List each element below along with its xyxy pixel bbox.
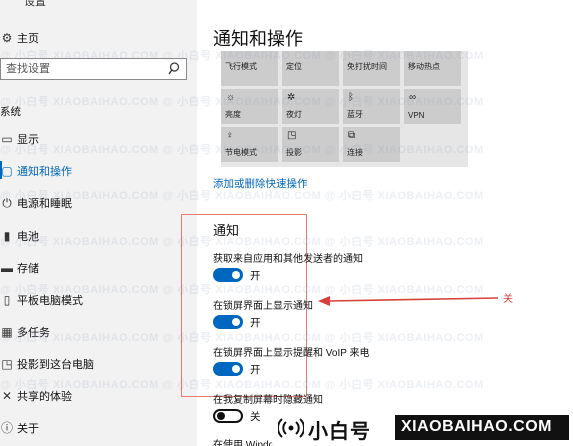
page-title: 通知和操作 (213, 29, 303, 49)
brightness-icon: ☼ (226, 92, 236, 103)
info-icon: ⓘ (0, 421, 13, 435)
search-input[interactable] (6, 61, 166, 77)
power-icon: ⏻ (2, 196, 12, 210)
search-icon (168, 62, 180, 75)
vpn-icon: ∞ (409, 92, 417, 103)
quick-action-label: 免打扰时间 (347, 62, 387, 71)
quick-action-night-light[interactable]: ✲ 夜灯 (282, 89, 339, 124)
search-box[interactable] (0, 58, 187, 80)
quick-action-quiet-hours[interactable]: 免打扰时间 (343, 51, 400, 86)
tablet-icon: ▯ (3, 293, 11, 307)
toggle-knob (232, 365, 240, 373)
sidebar-item-power[interactable]: ⏻ 电源和睡眠 (0, 195, 197, 211)
sidebar-item-battery[interactable]: ▮ 电池 (0, 228, 197, 244)
toggle-hide-when-duplicating[interactable] (213, 409, 243, 423)
option-lockscreen-reminders-label: 在锁屏界面上显示提醒和 VoIP 来电 (213, 348, 370, 359)
window-title: 设置 (24, 0, 46, 8)
project-icon: ◳ (287, 130, 297, 141)
sidebar-item-label: 电池 (17, 231, 39, 243)
sidebar-item-storage[interactable]: ▬ 存储 (0, 260, 197, 276)
quick-action-label: 蓝牙 (347, 110, 363, 119)
sidebar-item-label: 平板电脑模式 (17, 295, 83, 307)
sidebar-item-label: 显示 (17, 134, 39, 146)
watermark-text-en: XIAOBAIHAO.COM (401, 418, 552, 435)
quick-action-label: 节电模式 (225, 148, 257, 157)
toggle-state-label: 开 (250, 317, 261, 329)
monitor-icon: ▭ (1, 132, 13, 146)
quick-action-brightness[interactable]: ☼ 亮度 (221, 89, 278, 124)
quick-action-battery-saver[interactable]: ♀ 节电模式 (221, 127, 278, 162)
night-light-icon: ✲ (287, 92, 296, 103)
quick-action-bluetooth[interactable]: ᛒ 蓝牙 (343, 89, 400, 124)
multitask-icon: ▦ (1, 325, 13, 339)
option-app-notifications-label: 获取来自应用和其他发送者的通知 (213, 254, 363, 265)
battery-icon: ▮ (3, 229, 11, 243)
quick-action-label: 投影 (286, 148, 302, 157)
quick-actions-grid: 飞行模式 定位 免打扰时间 移动热点 ☼ 亮度 ✲ 夜灯 ᛒ 蓝牙 ∞ VPN … (221, 51, 468, 167)
sidebar-item-label: 存储 (17, 263, 39, 275)
connect-icon: ⧉ (348, 130, 356, 141)
quick-action-location[interactable]: 定位 (282, 51, 339, 86)
quick-action-project[interactable]: ◳ 投影 (282, 127, 339, 162)
quick-action-hotspot[interactable]: 移动热点 (404, 51, 461, 86)
sidebar-item-label: 多任务 (17, 327, 50, 339)
notification-icon: ▢ (1, 164, 13, 178)
sidebar-item-label: 主页 (17, 33, 39, 45)
option-lockscreen-notifications-label: 在锁屏界面上显示通知 (213, 301, 313, 312)
quick-action-label: 移动热点 (408, 62, 440, 71)
sidebar-item-shared[interactable]: ✕ 共享的体验 (0, 388, 197, 404)
sidebar-item-tablet[interactable]: ▯ 平板电脑模式 (0, 292, 197, 308)
storage-icon: ▬ (1, 261, 13, 275)
quick-action-label: 飞行模式 (225, 62, 257, 71)
watermark-domain-box: XIAOBAIHAO.COM (395, 415, 569, 440)
quick-action-label: VPN (408, 111, 425, 120)
sidebar-item-label: 关于 (17, 423, 39, 435)
watermark-badge: 小白号 XIAOBAIHAO.COM (272, 409, 573, 446)
sidebar-item-home[interactable]: ⚙ 主页 (0, 30, 197, 46)
project-icon: ◳ (1, 357, 13, 371)
quick-action-connect[interactable]: ⧉ 连接 (343, 127, 400, 162)
option-hide-when-duplicating-label: 在我复制屏幕时隐藏通知 (213, 395, 323, 406)
gear-icon: ⚙ (1, 31, 13, 45)
sidebar-item-notifications[interactable]: ▢ 通知和操作 (0, 163, 197, 179)
quick-action-label: 夜灯 (286, 110, 302, 119)
sidebar-item-display[interactable]: ▭ 显示 (0, 131, 197, 147)
toggle-state-label: 关 (250, 411, 261, 423)
option-using-windows-label: 在使用 Windo (213, 440, 275, 446)
edit-quick-actions-link[interactable]: 添加或删除快速操作 (213, 176, 308, 191)
toggle-lockscreen-reminders[interactable] (213, 362, 243, 376)
bluetooth-icon: ᛒ (348, 92, 354, 103)
broadcast-icon (278, 418, 304, 438)
quick-action-airplane[interactable]: 飞行模式 (221, 51, 278, 86)
toggle-lockscreen-notifications[interactable] (213, 315, 243, 329)
sidebar-item-label: 电源和睡眠 (17, 198, 72, 210)
notifications-heading: 通知 (213, 223, 240, 238)
toggle-knob (217, 412, 225, 420)
sidebar-item-multitask[interactable]: ▦ 多任务 (0, 324, 197, 340)
sidebar-item-project[interactable]: ◳ 投影到这台电脑 (0, 356, 197, 372)
toggle-knob (232, 271, 240, 279)
toggle-state-label: 开 (250, 364, 261, 376)
sidebar-item-label: 投影到这台电脑 (17, 359, 94, 371)
quick-action-label: 亮度 (225, 110, 241, 119)
sidebar-item-about[interactable]: ⓘ 关于 (0, 420, 197, 436)
section-label: 系统 (0, 106, 21, 118)
toggle-knob (232, 318, 240, 326)
quick-action-label: 连接 (347, 148, 363, 157)
share-icon: ✕ (1, 389, 13, 403)
sidebar: 设置 ⚙ 主页 系统 ▭ 显示 ▢ 通知和操作 ⏻ 电源和睡眠 ▮ 电池 ▬ 存… (0, 0, 197, 446)
battery-saver-icon: ♀ (226, 130, 234, 141)
toggle-state-label: 开 (250, 270, 261, 282)
sidebar-item-label: 通知和操作 (17, 166, 72, 178)
watermark-text-cn: 小白号 (308, 421, 371, 443)
sidebar-item-label: 共享的体验 (17, 391, 72, 403)
annotation-label: 关 (503, 294, 513, 305)
quick-action-label: 定位 (286, 62, 302, 71)
toggle-app-notifications[interactable] (213, 268, 243, 282)
quick-action-vpn[interactable]: ∞ VPN (404, 89, 461, 124)
annotation-arrow-icon (318, 296, 498, 306)
